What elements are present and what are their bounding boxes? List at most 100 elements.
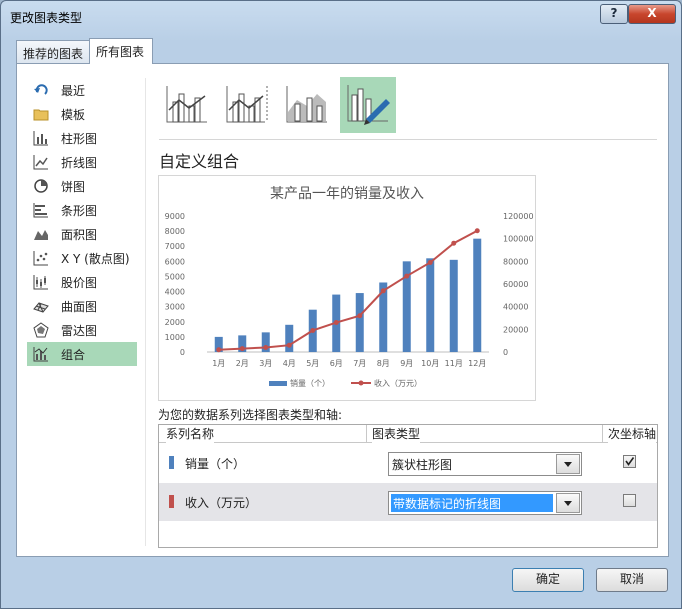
subtype-custom-combo[interactable] bbox=[340, 77, 396, 133]
chart-type-value: 带数据标记的折线图 bbox=[391, 494, 553, 512]
sidebar-item-recent[interactable]: 最近 bbox=[27, 78, 137, 102]
bar-chart-icon bbox=[33, 202, 49, 218]
close-button[interactable]: X bbox=[628, 4, 676, 24]
sidebar-item-label: 柱形图 bbox=[61, 131, 98, 146]
x-tick-label: 3月 bbox=[259, 359, 272, 368]
subtype-stacked-area-column[interactable] bbox=[279, 77, 335, 133]
radar-chart-icon bbox=[33, 322, 49, 338]
chart-type-select-revenue[interactable]: 带数据标记的折线图 bbox=[388, 491, 582, 515]
sidebar-item-surface[interactable]: 曲面图 bbox=[27, 294, 137, 318]
sidebar-item-templates[interactable]: 模板 bbox=[27, 102, 137, 126]
y-tick-label: 6000 bbox=[165, 257, 185, 266]
sidebar-item-area[interactable]: 面积图 bbox=[27, 222, 137, 246]
line-point bbox=[474, 228, 480, 234]
line-point bbox=[357, 313, 363, 319]
section-title: 自定义组合 bbox=[159, 152, 240, 171]
series-name: 销量（个） bbox=[185, 457, 246, 471]
y2-tick-label: 0 bbox=[503, 348, 508, 357]
legend-swatch-bar bbox=[269, 381, 287, 386]
pie-chart-icon bbox=[33, 178, 49, 194]
line-chart-icon bbox=[33, 154, 49, 170]
sidebar-item-radar[interactable]: 雷达图 bbox=[27, 318, 137, 342]
line-point bbox=[263, 344, 269, 350]
legend-marker bbox=[358, 380, 364, 386]
sidebar-item-label: X Y (散点图) bbox=[61, 251, 130, 266]
clustered-column-line-icon bbox=[165, 84, 209, 127]
chart-type-select-sales[interactable]: 簇状柱形图 bbox=[388, 452, 582, 476]
dropdown-button[interactable] bbox=[556, 454, 580, 474]
y-tick-label: 2000 bbox=[165, 318, 185, 327]
help-button[interactable]: ? bbox=[600, 4, 628, 24]
sidebar-item-stock[interactable]: 股价图 bbox=[27, 270, 137, 294]
x-tick-label: 10月 bbox=[421, 359, 439, 368]
sidebar-item-label: 组合 bbox=[61, 347, 86, 362]
sidebar-item-combo[interactable]: 组合 bbox=[27, 342, 137, 366]
clustered-column-line-secondary-icon bbox=[225, 84, 269, 127]
sidebar-item-scatter[interactable]: X Y (散点图) bbox=[27, 246, 137, 270]
y-tick-label: 8000 bbox=[165, 227, 185, 236]
sidebar-item-pie[interactable]: 饼图 bbox=[27, 174, 137, 198]
title-bar[interactable]: 更改图表类型 ? X bbox=[1, 1, 681, 33]
x-tick-label: 4月 bbox=[283, 359, 296, 368]
line-point bbox=[216, 347, 222, 353]
tab-all-charts[interactable]: 所有图表 bbox=[89, 38, 153, 64]
grid-header-separator[interactable] bbox=[366, 425, 367, 443]
y2-tick-label: 40000 bbox=[503, 303, 528, 312]
folder-icon bbox=[33, 106, 49, 122]
surface-chart-icon bbox=[33, 298, 49, 314]
gallery-divider bbox=[159, 139, 657, 140]
secondary-axis-checkbox-sales[interactable] bbox=[623, 455, 636, 468]
secondary-axis-checkbox-revenue[interactable] bbox=[623, 494, 636, 507]
series-color-swatch bbox=[169, 495, 174, 508]
sidebar-item-line[interactable]: 折线图 bbox=[27, 150, 137, 174]
subtype-clustered-column-line-secondary[interactable] bbox=[219, 77, 275, 133]
column-chart-icon bbox=[33, 130, 49, 146]
series-row-sales: 销量（个） 簇状柱形图 bbox=[159, 444, 657, 482]
y-tick-label: 7000 bbox=[165, 242, 185, 251]
x-tick-label: 6月 bbox=[330, 359, 343, 368]
tab-recommended-charts[interactable]: 推荐的图表 bbox=[16, 40, 90, 64]
combo-chart-icon bbox=[33, 346, 49, 362]
stock-chart-icon bbox=[33, 274, 49, 290]
sidebar-item-column[interactable]: 柱形图 bbox=[27, 126, 137, 150]
recent-arrow-icon bbox=[33, 82, 49, 98]
window-title: 更改图表类型 bbox=[10, 11, 83, 25]
dropdown-button[interactable] bbox=[556, 493, 580, 513]
bar bbox=[449, 259, 458, 352]
grid-header-series-name: 系列名称 bbox=[166, 425, 215, 443]
grid-header-separator[interactable] bbox=[602, 425, 603, 443]
ok-button[interactable]: 确定 bbox=[512, 568, 584, 592]
bar bbox=[473, 238, 482, 352]
sidebar-item-bar[interactable]: 条形图 bbox=[27, 198, 137, 222]
bar bbox=[355, 293, 364, 352]
scatter-chart-icon bbox=[33, 250, 49, 266]
y-tick-label: 4000 bbox=[165, 288, 185, 297]
change-chart-type-dialog: 更改图表类型 ? X 推荐的图表 所有图表 最近 模板 柱形图 折线图 饼图 条… bbox=[0, 0, 682, 609]
legend-label: 销量（个） bbox=[290, 378, 330, 388]
chart-title: 某产品一年的销量及收入 bbox=[270, 186, 424, 202]
sidebar-item-label: 雷达图 bbox=[61, 323, 98, 338]
chevron-down-icon bbox=[564, 501, 572, 506]
bar bbox=[426, 258, 435, 352]
sidebar-item-label: 折线图 bbox=[61, 155, 98, 170]
x-tick-label: 5月 bbox=[306, 359, 319, 368]
sidebar-item-label: 曲面图 bbox=[61, 299, 98, 314]
x-tick-label: 8月 bbox=[377, 359, 390, 368]
y-tick-label: 1000 bbox=[165, 333, 185, 342]
series-row-revenue: 收入（万元） 带数据标记的折线图 bbox=[159, 483, 657, 521]
subtype-clustered-column-line[interactable] bbox=[159, 77, 215, 133]
series-grid: 系列名称 图表类型 次坐标轴 销量（个） 簇状柱形图 收入（万元） 带数据标记的… bbox=[158, 424, 658, 548]
x-tick-label: 7月 bbox=[353, 359, 366, 368]
sidebar-item-label: 面积图 bbox=[61, 227, 98, 242]
x-tick-label: 1月 bbox=[212, 359, 225, 368]
y2-tick-label: 100000 bbox=[503, 235, 534, 244]
sidebar-divider bbox=[145, 78, 146, 546]
line-point bbox=[239, 346, 245, 352]
line-point bbox=[310, 327, 316, 333]
combo-chart-svg: 某产品一年的销量及收入 0 1000 2000 3000 4000 5000 6000 7000… bbox=[165, 186, 534, 388]
y2-tick-label: 20000 bbox=[503, 325, 528, 334]
stacked-area-column-icon bbox=[285, 84, 329, 127]
cancel-button[interactable]: 取消 bbox=[596, 568, 668, 592]
axis-prompt: 为您的数据系列选择图表类型和轴: bbox=[158, 408, 343, 422]
series-color-swatch bbox=[169, 456, 174, 469]
